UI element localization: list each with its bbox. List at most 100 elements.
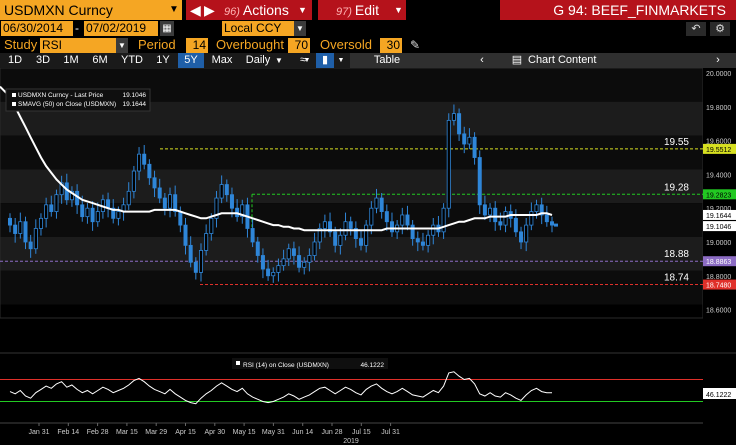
candle <box>544 214 549 223</box>
x-tick-label: Jul 15 <box>352 429 371 436</box>
candle <box>307 255 312 263</box>
candle <box>255 241 260 256</box>
candle <box>426 234 431 246</box>
range-5y[interactable]: 5Y <box>178 53 204 68</box>
frequency-select[interactable]: Daily <box>242 53 274 68</box>
price-chart[interactable]: 19.5519.2818.8818.74 20.000019.800019.60… <box>0 68 736 445</box>
date-separator: - <box>75 21 79 35</box>
x-tick-label: Feb 14 <box>57 429 79 436</box>
right-arrow-icon[interactable]: ▶ <box>204 0 215 20</box>
candle <box>534 204 539 212</box>
candle <box>550 221 555 226</box>
candle-dropdown-icon[interactable]: ▼ <box>336 53 346 68</box>
candle <box>90 207 95 223</box>
candle <box>198 250 203 273</box>
actions-dropdown-icon: ▼ <box>298 5 307 15</box>
ticker-field[interactable]: USDMXN Curncy <box>0 0 166 20</box>
candle <box>488 207 493 216</box>
calendar-icon[interactable]: ▦ <box>160 21 174 36</box>
candle <box>451 113 456 121</box>
range-6m[interactable]: 6M <box>86 53 114 68</box>
level-tag-text: 18.7480 <box>706 283 731 290</box>
level-tag-text: 18.8863 <box>706 259 731 266</box>
start-date-field[interactable]: 06/30/2014 <box>1 21 73 36</box>
actions-menu[interactable]: ◀ ▶ 96) Actions ▼ <box>186 0 312 20</box>
x-tick-label: May 31 <box>262 429 285 436</box>
candle <box>482 204 487 216</box>
end-date-field[interactable]: 07/02/2019 <box>84 21 158 36</box>
chart-content-icon[interactable]: ▤ <box>510 53 524 68</box>
date-toolbar: 06/30/2014 - 07/02/2019 ▦ Local CCY ▼ ↶ … <box>0 20 736 37</box>
candle <box>441 207 446 233</box>
candle <box>204 233 209 251</box>
candle <box>116 211 121 219</box>
study-field[interactable]: RSI <box>40 38 116 53</box>
rsi-value-tag-text: 46.1222 <box>706 392 731 399</box>
line-dropdown-icon[interactable]: ▼ <box>302 53 312 68</box>
left-arrow-icon[interactable]: ◀ <box>190 0 201 20</box>
currency-field[interactable]: Local CCY <box>222 21 294 36</box>
undo-icon[interactable]: ↶ <box>686 22 706 36</box>
chart-content-tab[interactable]: Chart Content <box>528 53 608 68</box>
candle <box>44 204 49 219</box>
range-3d[interactable]: 3D <box>30 53 56 68</box>
oversold-label: Oversold <box>320 37 373 52</box>
candle <box>457 113 462 135</box>
range-max[interactable]: Max <box>206 53 238 68</box>
legend-sma-value: 19.1644 <box>123 101 147 108</box>
frequency-dropdown-icon[interactable]: ▼ <box>274 53 284 68</box>
overbought-field[interactable]: 70 <box>288 38 310 53</box>
candle <box>281 258 286 267</box>
edit-menu[interactable]: 97) Edit ▼ <box>318 0 406 20</box>
period-label: Period <box>138 37 176 52</box>
ticker-dropdown-icon[interactable]: ▼ <box>166 0 182 20</box>
table-tab[interactable]: Table <box>362 53 412 68</box>
range-1d[interactable]: 1D <box>2 53 28 68</box>
candle <box>188 244 193 263</box>
candle <box>297 255 302 268</box>
pencil-icon[interactable]: ✎ <box>410 37 420 53</box>
range-1y[interactable]: 1Y <box>150 53 176 68</box>
legend-swatch-sma <box>12 102 16 106</box>
legend-price-value: 19.1046 <box>123 92 147 99</box>
x-tick-label: Jun 28 <box>321 429 342 436</box>
candle <box>498 221 503 226</box>
x-tick-label: Mar 15 <box>116 429 138 436</box>
candle <box>322 221 327 229</box>
study-dropdown-icon[interactable]: ▼ <box>116 38 128 53</box>
rsi-legend-value: 46.1222 <box>361 362 385 369</box>
candle <box>333 231 338 246</box>
candle <box>85 207 90 218</box>
candle <box>369 207 374 226</box>
chevron-left-icon[interactable]: ‹ <box>474 53 490 68</box>
chevron-right-icon[interactable]: › <box>710 53 726 68</box>
period-field[interactable]: 14 <box>186 38 208 53</box>
range-1m[interactable]: 1M <box>58 53 84 68</box>
candle <box>338 234 343 246</box>
candle <box>13 224 18 234</box>
candle <box>493 207 498 223</box>
last-price-marker <box>554 223 558 227</box>
candle <box>147 163 152 179</box>
settings-icon[interactable]: ⚙ <box>710 22 730 36</box>
range-ytd[interactable]: YTD <box>116 53 148 68</box>
candle <box>38 217 43 229</box>
candle <box>312 241 317 256</box>
grid-band <box>0 270 703 305</box>
candle <box>229 194 234 209</box>
candle <box>18 221 23 234</box>
candle <box>142 153 147 165</box>
candle <box>266 268 271 277</box>
candlestick-icon[interactable]: ▮ <box>316 53 334 68</box>
candle <box>219 184 224 199</box>
candle <box>302 261 307 268</box>
grid-band <box>0 236 703 271</box>
oversold-field[interactable]: 30 <box>380 38 402 53</box>
candle <box>415 238 420 243</box>
chart-title: G 94: BEEF_FINMARKETS <box>500 0 736 20</box>
currency-dropdown-icon[interactable]: ▼ <box>294 21 306 36</box>
x-tick-label: Apr 15 <box>175 429 196 436</box>
x-tick-label: Jun 14 <box>292 429 313 436</box>
legend-price-name: USDMXN Curncy - Last Price <box>18 92 104 99</box>
candle <box>23 221 28 243</box>
